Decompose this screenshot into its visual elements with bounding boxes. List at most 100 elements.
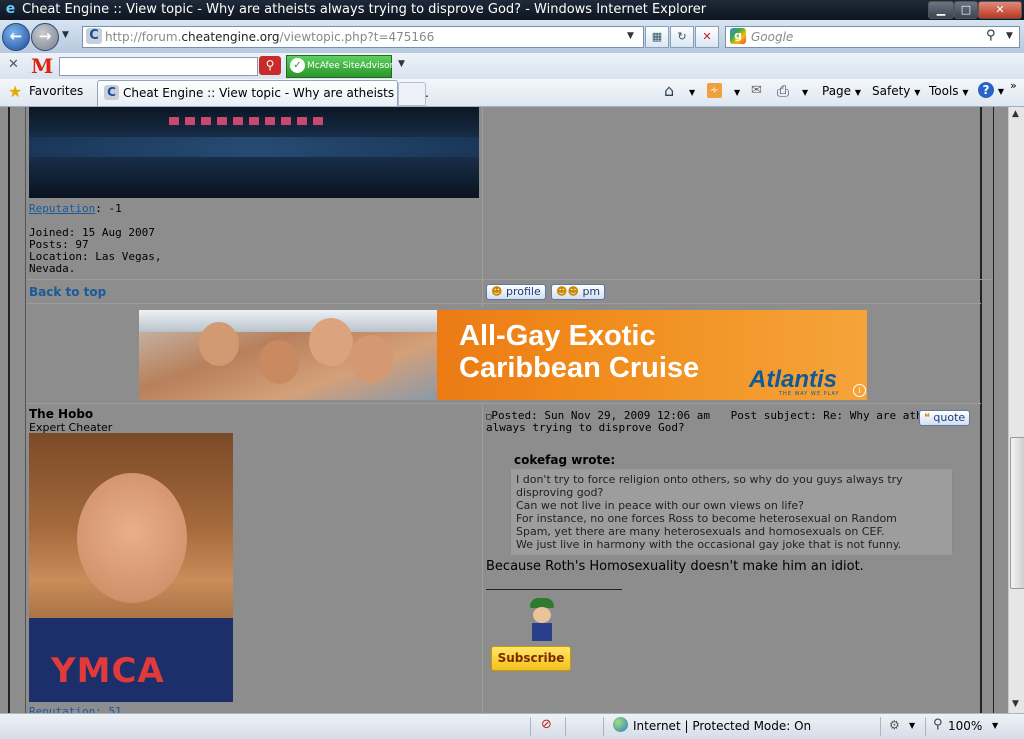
banner-ad[interactable]: All-Gay Exotic Caribbean Cruise Atlantis… (139, 310, 867, 400)
zoom-level[interactable]: 100% (948, 719, 982, 733)
print-dropdown-icon[interactable]: ▼ (802, 88, 808, 97)
page-menu[interactable]: Page ▼ (822, 84, 861, 98)
toolbar-logo[interactable]: M (31, 54, 53, 78)
refresh-button[interactable]: ↻ (670, 26, 694, 48)
toolbar-close-button[interactable]: ✕ (8, 57, 19, 72)
users-icon: ☻☻ (556, 285, 579, 298)
forward-arrow-icon: → (38, 27, 52, 45)
zoom-dropdown-icon[interactable]: ▼ (992, 721, 998, 730)
post-column-divider (482, 405, 483, 713)
favorites-bar: ★ Favorites C Cheat Engine :: View topic… (0, 79, 1024, 107)
feeds-dropdown-icon[interactable]: ▼ (734, 88, 740, 97)
user-icon: ☻ (491, 285, 503, 298)
post-reply-text: Because Roth's Homosexuality doesn't mak… (486, 559, 864, 574)
search-dropdown-icon[interactable]: ▼ (1006, 31, 1013, 41)
chevron-down-icon: ▼ (914, 88, 921, 97)
status-separator (603, 717, 604, 736)
post2-reputation[interactable]: Reputation: 51 (29, 705, 122, 713)
zoom-icon: ⚲ (933, 717, 943, 732)
protected-dropdown-icon[interactable]: ▼ (909, 721, 915, 730)
protected-mode-icon[interactable]: ⚙ (889, 718, 900, 732)
status-separator (565, 717, 566, 736)
toolbar-search-input[interactable] (59, 57, 258, 76)
window-title: Cheat Engine :: View topic - Why are ath… (22, 2, 707, 17)
search-icon[interactable]: ⚲ (986, 28, 996, 43)
back-to-top-link[interactable]: Back to top (29, 285, 106, 299)
ie-icon: e (5, 1, 16, 17)
signature-divider (486, 589, 622, 590)
mail-icon[interactable]: ✉ (751, 83, 762, 98)
signature-character-image (526, 598, 558, 644)
ad-brand-logo: Atlantis (749, 366, 838, 393)
chevron-down-icon: ▼ (854, 88, 862, 97)
avatar-image: YMCA (29, 433, 233, 702)
avatar-shirt-text: YMCA (51, 651, 165, 691)
status-separator (925, 717, 926, 736)
safety-menu[interactable]: Safety ▼ (872, 84, 920, 98)
print-icon[interactable]: ⎙ (777, 82, 789, 100)
pm-button[interactable]: ☻☻ pm (551, 284, 606, 300)
search-placeholder: Google (751, 30, 794, 44)
siteadvisor-button[interactable]: ✓ McAfee SiteAdvisor (286, 55, 393, 78)
addon-toolbar: ✕ M ⚲ ✓ McAfee SiteAdvisor ▼ (0, 53, 1024, 80)
row-divider (26, 403, 981, 404)
address-bar[interactable]: C http://forum.cheatengine.org/viewtopic… (82, 26, 644, 48)
history-dropdown-icon[interactable]: ▼ (62, 30, 69, 40)
ad-brand-tagline: THE WAY WE PLAY (779, 391, 840, 397)
tab-active[interactable]: C Cheat Engine :: View topic - Why are a… (97, 80, 429, 106)
post2-username[interactable]: The Hobo (29, 407, 93, 421)
stop-button[interactable]: ✕ (695, 26, 719, 48)
frame-border-right (980, 107, 982, 713)
scroll-down-icon[interactable]: ▼ (1012, 699, 1019, 709)
blocked-content-icon[interactable]: ⊘ (541, 717, 552, 732)
quote-block: I don't try to force religion onto other… (510, 468, 953, 556)
quote-text: I don't try to force religion onto other… (516, 473, 903, 551)
home-dropdown-icon[interactable]: ▼ (689, 88, 695, 97)
reputation-link[interactable]: Reputation (29, 202, 95, 215)
status-separator (880, 717, 881, 736)
subscribe-button[interactable]: Subscribe (491, 646, 571, 671)
quote-icon: ❝ (924, 411, 930, 424)
star-icon: ★ (8, 82, 23, 101)
checkmark-icon: ✓ (290, 58, 305, 73)
address-dropdown-icon[interactable]: ▼ (627, 31, 634, 41)
toolbar-search-icon[interactable]: ⚲ (259, 56, 281, 75)
tools-menu[interactable]: Tools ▼ (929, 84, 969, 98)
security-zone[interactable]: Internet | Protected Mode: On (633, 719, 811, 733)
ad-photo-sky (139, 310, 437, 332)
chevron-down-icon: ▼ (962, 88, 969, 97)
compatibility-view-button[interactable]: ▦ (645, 26, 669, 48)
favorites-button[interactable]: Favorites (29, 84, 83, 98)
character-face (533, 607, 551, 623)
close-button[interactable]: ✕ (978, 1, 1022, 19)
new-tab-button[interactable] (398, 82, 426, 106)
back-arrow-icon: ← (9, 27, 23, 45)
ad-info-icon[interactable]: i (853, 384, 866, 397)
post-column-divider (482, 107, 483, 307)
quote-button[interactable]: ❝ quote (919, 410, 971, 426)
tab-title: Cheat Engine :: View topic - Why are ath… (123, 86, 429, 100)
table-border-right (993, 107, 994, 713)
help-menu[interactable]: ? ▼ (978, 82, 1004, 98)
overflow-chevron-icon[interactable]: » (1010, 79, 1017, 92)
minimize-button[interactable]: ▁ (928, 1, 954, 19)
url-text: http://forum.cheatengine.org/viewtopic.p… (105, 30, 435, 44)
forward-button[interactable]: → (31, 23, 59, 51)
profile-button[interactable]: ☻ profile (486, 284, 546, 300)
character-body (532, 623, 552, 641)
ad-person (349, 335, 393, 383)
vertical-scrollbar[interactable]: ▲ ▼ (1008, 107, 1024, 713)
siteadvisor-dropdown-icon[interactable]: ▼ (398, 59, 405, 69)
back-button[interactable]: ← (2, 23, 30, 51)
feeds-icon[interactable]: ∻ (707, 83, 722, 98)
frame-border-left (8, 107, 10, 713)
chevron-down-icon: ▼ (997, 87, 1004, 96)
scrollbar-thumb[interactable] (1010, 437, 1024, 589)
ad-person (199, 322, 239, 366)
post1-location-2: Nevada. (29, 262, 76, 275)
home-icon[interactable]: ⌂ (664, 81, 674, 100)
title-bar: e Cheat Engine :: View topic - Why are a… (0, 0, 1024, 20)
scroll-up-icon[interactable]: ▲ (1012, 109, 1019, 119)
search-input[interactable]: g Google ⚲ ▼ (725, 26, 1020, 48)
maximize-button[interactable]: □ (954, 1, 978, 19)
